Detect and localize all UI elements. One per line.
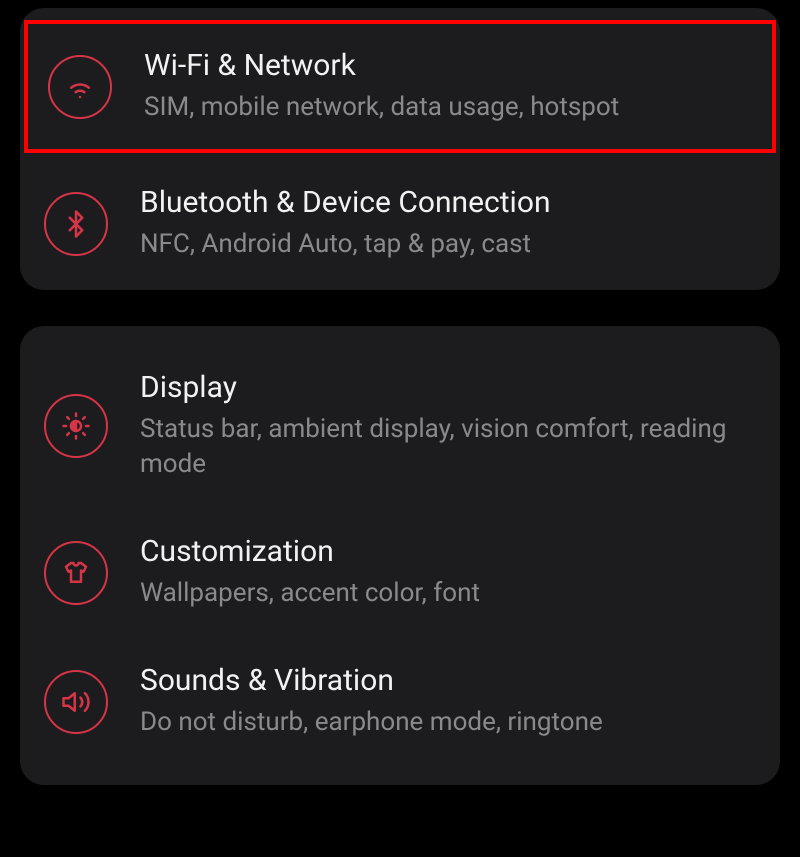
- tshirt-icon: [44, 541, 108, 605]
- text-block: Display Status bar, ambient display, vis…: [140, 370, 756, 482]
- bluetooth-icon: [44, 192, 108, 256]
- item-title: Sounds & Vibration: [140, 663, 756, 699]
- item-subtitle: Do not disturb, earphone mode, ringtone: [140, 705, 756, 740]
- text-block: Bluetooth & Device Connection NFC, Andro…: [140, 185, 756, 262]
- settings-item-customization[interactable]: Customization Wallpapers, accent color, …: [20, 508, 780, 637]
- brightness-icon: [44, 394, 108, 458]
- wifi-icon: [48, 55, 112, 119]
- item-subtitle: Status bar, ambient display, vision comf…: [140, 412, 756, 482]
- settings-item-display[interactable]: Display Status bar, ambient display, vis…: [20, 344, 780, 508]
- highlight-annotation: Wi-Fi & Network SIM, mobile network, dat…: [24, 20, 776, 153]
- item-subtitle: NFC, Android Auto, tap & pay, cast: [140, 227, 756, 262]
- item-title: Display: [140, 370, 756, 406]
- text-block: Wi-Fi & Network SIM, mobile network, dat…: [144, 48, 752, 125]
- item-subtitle: SIM, mobile network, data usage, hotspot: [144, 90, 752, 125]
- settings-group-1: Wi-Fi & Network SIM, mobile network, dat…: [20, 8, 780, 290]
- settings-item-wifi[interactable]: Wi-Fi & Network SIM, mobile network, dat…: [48, 48, 752, 125]
- settings-item-bluetooth[interactable]: Bluetooth & Device Connection NFC, Andro…: [20, 165, 780, 282]
- text-block: Sounds & Vibration Do not disturb, earph…: [140, 663, 756, 740]
- speaker-icon: [44, 670, 108, 734]
- item-subtitle: Wallpapers, accent color, font: [140, 576, 756, 611]
- text-block: Customization Wallpapers, accent color, …: [140, 534, 756, 611]
- item-title: Wi-Fi & Network: [144, 48, 752, 84]
- item-title: Bluetooth & Device Connection: [140, 185, 756, 221]
- item-title: Customization: [140, 534, 756, 570]
- settings-item-sounds[interactable]: Sounds & Vibration Do not disturb, earph…: [20, 637, 780, 766]
- settings-group-2: Display Status bar, ambient display, vis…: [20, 326, 780, 784]
